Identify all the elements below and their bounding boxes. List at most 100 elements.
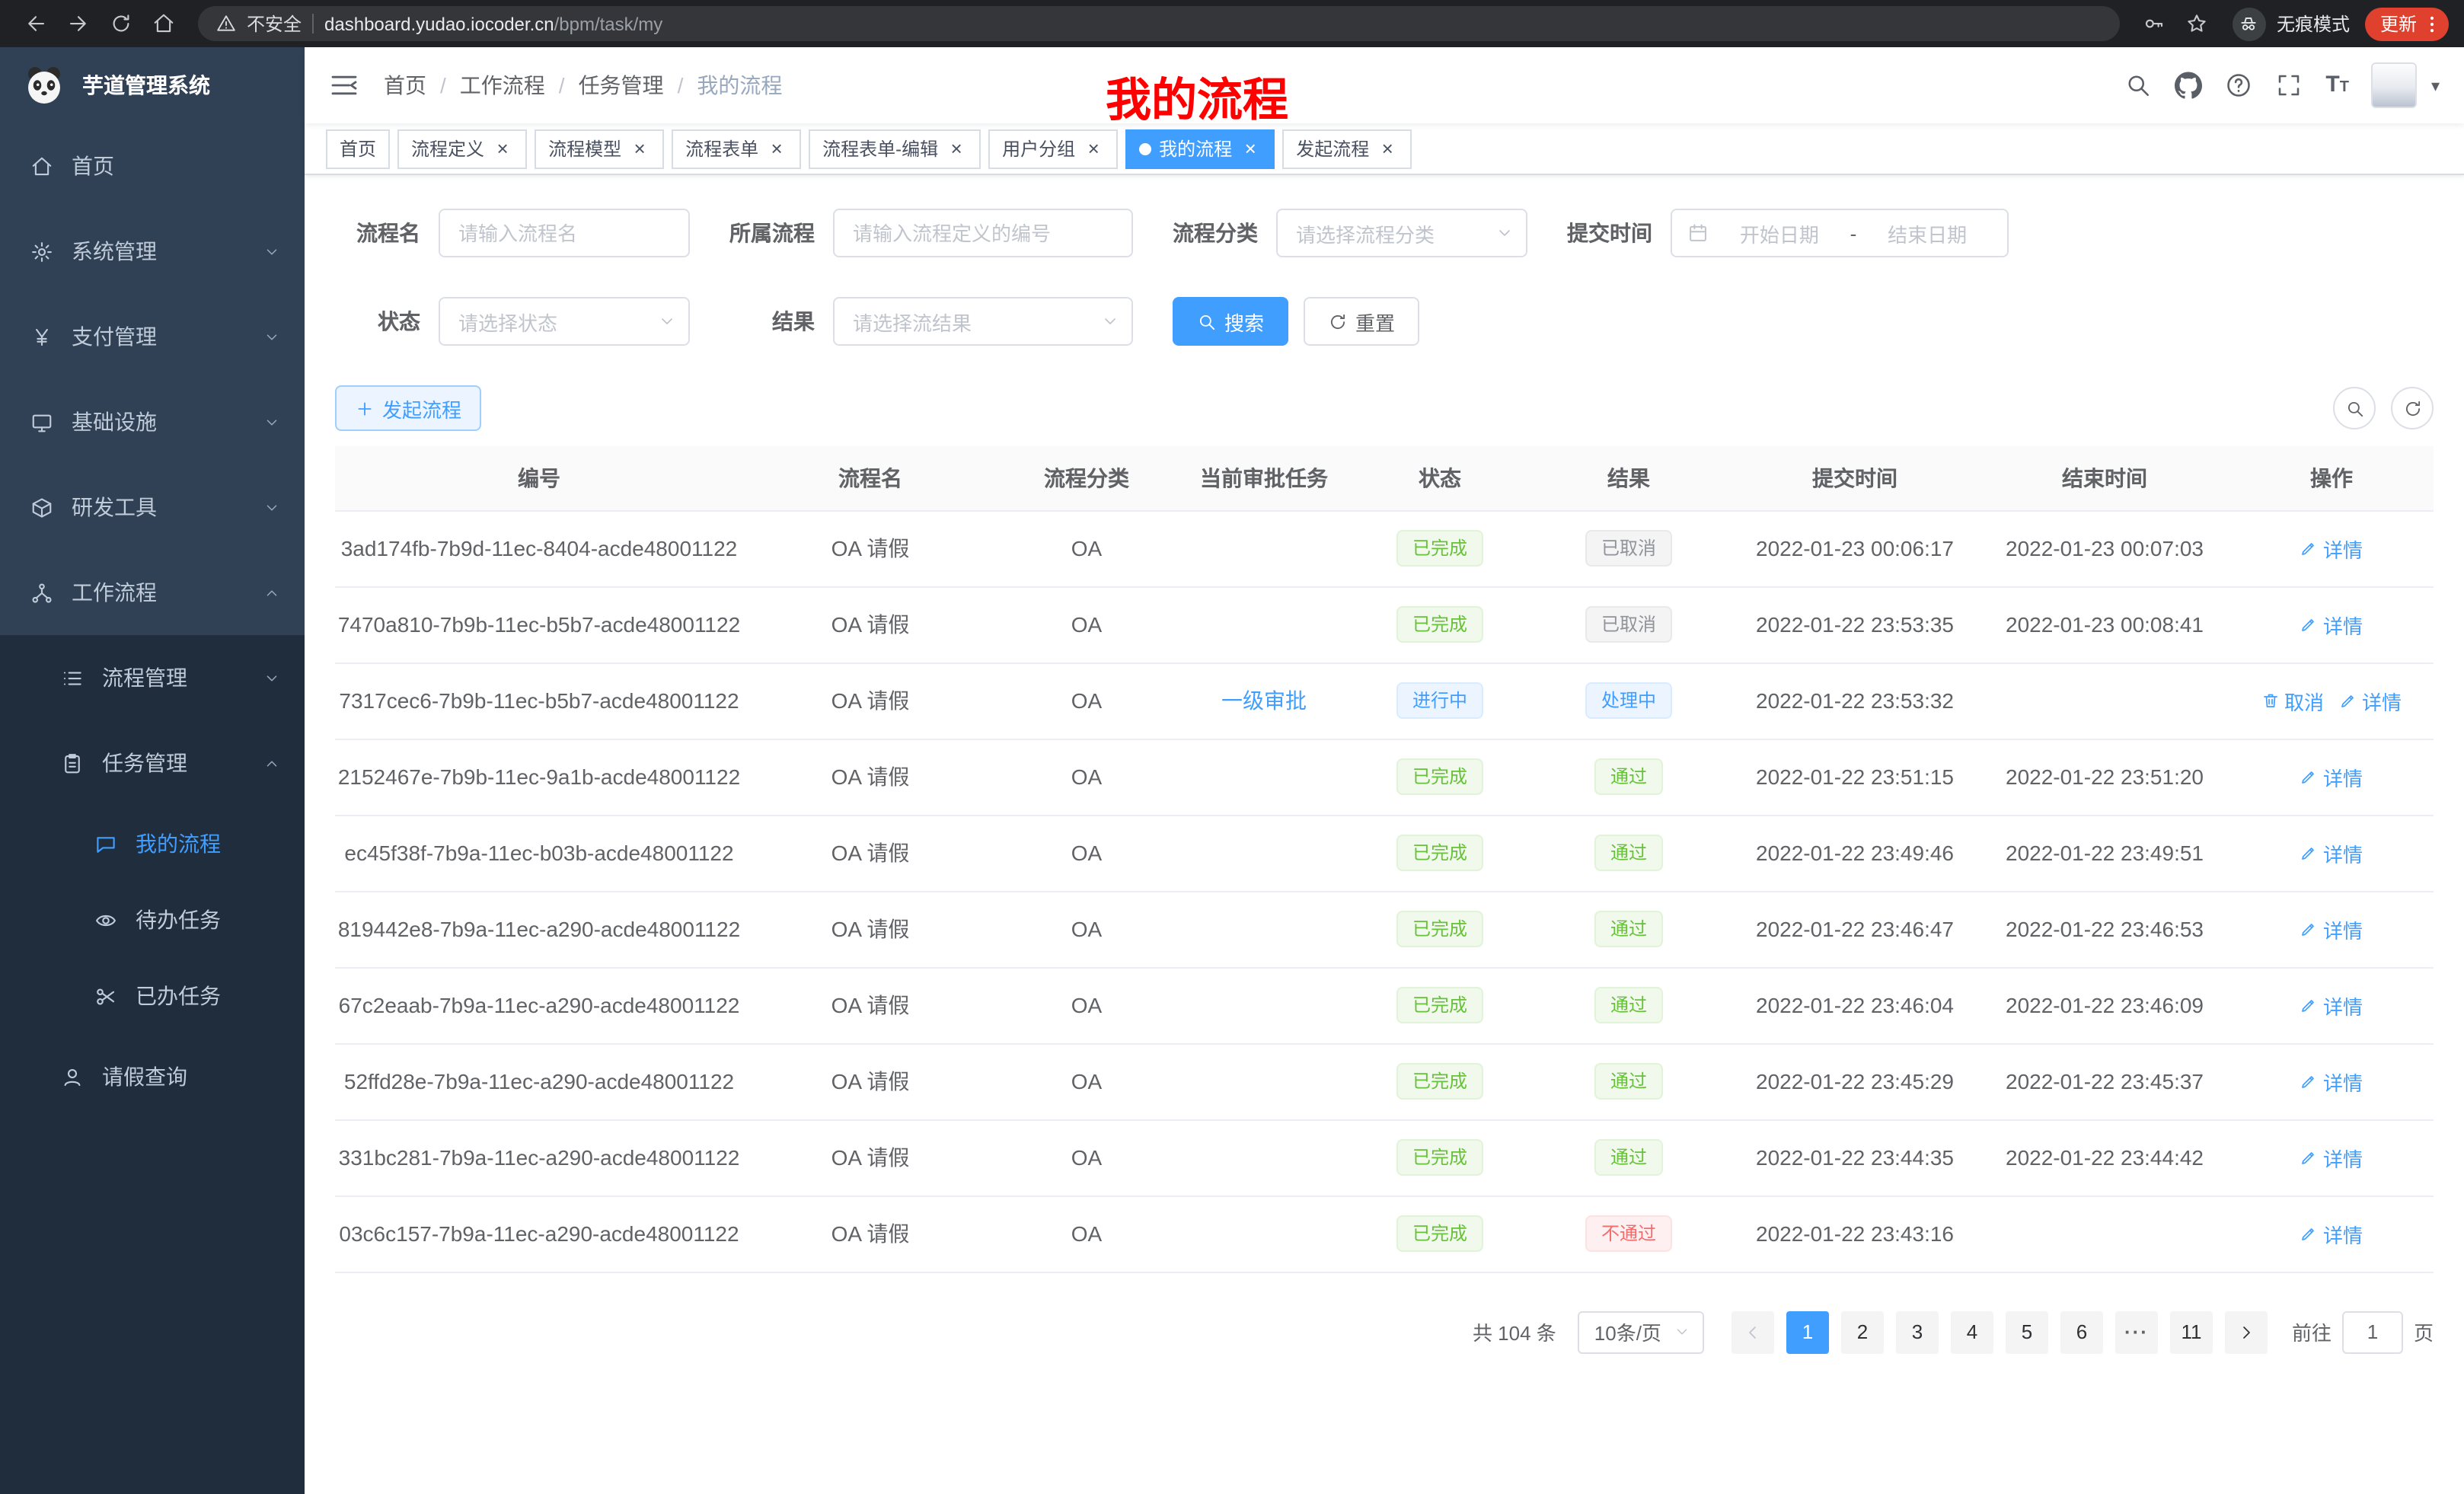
cell-actions: 详情: [2229, 510, 2434, 586]
goto-page-input[interactable]: [2342, 1310, 2403, 1353]
cell-id: 3ad174fb-7b9d-11ec-8404-acde48001122: [335, 510, 743, 586]
font-size-icon[interactable]: TT: [2325, 72, 2349, 99]
tab-process-model[interactable]: 流程模型×: [535, 129, 664, 168]
sidebar-item-system[interactable]: 系统管理: [0, 209, 305, 294]
tab-my-process[interactable]: 我的流程×: [1125, 129, 1275, 168]
create-process-button[interactable]: 发起流程: [335, 385, 481, 431]
detail-link[interactable]: 详情: [2300, 762, 2363, 791]
detail-link[interactable]: 详情: [2339, 686, 2402, 715]
detail-link[interactable]: 详情: [2300, 991, 2363, 1020]
sidebar-toggle-icon[interactable]: [329, 70, 359, 101]
more-pages-button[interactable]: ···: [2115, 1310, 2158, 1353]
browser-menu-icon[interactable]: [2421, 13, 2443, 34]
status-tag: 已完成: [1397, 987, 1483, 1023]
sidebar-item-leave-query[interactable]: 请假查询: [0, 1034, 305, 1119]
search-button[interactable]: 搜索: [1173, 297, 1288, 346]
browser-forward-icon[interactable]: [58, 4, 97, 43]
cell-actions: 取消详情: [2229, 662, 2434, 739]
detail-link[interactable]: 详情: [2300, 838, 2363, 867]
detail-link[interactable]: 详情: [2300, 915, 2363, 943]
page-button-3[interactable]: 3: [1896, 1310, 1939, 1353]
close-icon[interactable]: ×: [766, 138, 787, 159]
sidebar-item-done-task[interactable]: 已办任务: [0, 958, 305, 1034]
sidebar-item-devtools[interactable]: 研发工具: [0, 464, 305, 550]
prev-page-button[interactable]: [1732, 1310, 1774, 1353]
browser-update-button[interactable]: 更新: [2365, 7, 2449, 40]
start-date-placeholder[interactable]: 开始日期: [1715, 219, 1844, 247]
sidebar-item-home[interactable]: 首页: [0, 123, 305, 209]
search-icon: [1197, 311, 1217, 331]
end-date-placeholder[interactable]: 结束日期: [1862, 219, 1992, 247]
detail-link[interactable]: 详情: [2300, 1219, 2363, 1248]
search-icon[interactable]: [2124, 72, 2152, 99]
cell-id: 331bc281-7b9a-11ec-a290-acde48001122: [335, 1119, 743, 1196]
status-tag: 已完成: [1397, 911, 1483, 947]
page-button-4[interactable]: 4: [1951, 1310, 1993, 1353]
tab-process-definition[interactable]: 流程定义×: [397, 129, 527, 168]
process-category-select[interactable]: 请选择流程分类: [1276, 209, 1527, 257]
address-bar[interactable]: 不安全 dashboard.yudao.iocoder.cn/bpm/task/…: [198, 6, 2120, 41]
app-root: 不安全 dashboard.yudao.iocoder.cn/bpm/task/…: [0, 0, 2464, 1494]
browser-home-icon[interactable]: [143, 4, 183, 43]
close-icon[interactable]: ×: [629, 138, 650, 159]
detail-link[interactable]: 详情: [2300, 534, 2363, 563]
sidebar-item-task-mgmt[interactable]: 任务管理: [0, 720, 305, 806]
close-icon[interactable]: ×: [1377, 138, 1398, 159]
table-row: 2152467e-7b9b-11ec-9a1b-acde48001122OA 请…: [335, 739, 2434, 815]
sidebar-item-process-mgmt[interactable]: 流程管理: [0, 635, 305, 720]
tab-process-form-edit[interactable]: 流程表单-编辑×: [809, 129, 981, 168]
chevron-down-icon[interactable]: ▾: [2431, 75, 2440, 95]
refresh-table-button[interactable]: [2391, 387, 2434, 429]
current-task-link[interactable]: 一级审批: [1221, 688, 1307, 713]
not-secure-warning-icon: [216, 14, 236, 34]
close-icon[interactable]: ×: [1240, 138, 1261, 159]
page-size-select[interactable]: 10条/页: [1578, 1310, 1704, 1353]
page-button-1[interactable]: 1: [1786, 1310, 1829, 1353]
tags-view: 首页流程定义×流程模型×流程表单×流程表单-编辑×用户分组×我的流程×发起流程×: [305, 123, 2464, 175]
help-icon[interactable]: [2225, 72, 2252, 99]
next-page-button[interactable]: [2225, 1310, 2268, 1353]
close-icon[interactable]: ×: [1083, 138, 1104, 159]
tab-process-form[interactable]: 流程表单×: [672, 129, 801, 168]
tab-user-group[interactable]: 用户分组×: [988, 129, 1118, 168]
cell-submit-time: 2022-01-22 23:53:32: [1730, 662, 1980, 739]
avatar[interactable]: [2372, 62, 2418, 108]
table-row: 7470a810-7b9b-11ec-b5b7-acde48001122OA 请…: [335, 586, 2434, 662]
breadcrumb-separator: /: [440, 73, 446, 97]
page-button-6[interactable]: 6: [2060, 1310, 2103, 1353]
sidebar-item-workflow[interactable]: 工作流程: [0, 550, 305, 635]
password-key-icon[interactable]: [2135, 4, 2175, 43]
browser-reload-icon[interactable]: [101, 4, 140, 43]
toggle-search-button[interactable]: [2333, 387, 2376, 429]
breadcrumb-item[interactable]: 首页: [384, 70, 426, 101]
cell-end-time: 2022-01-22 23:46:09: [1980, 967, 2229, 1043]
pagination-total: 共 104 条: [1473, 1317, 1556, 1346]
detail-link[interactable]: 详情: [2300, 1067, 2363, 1096]
sidebar-item-my-process[interactable]: 我的流程: [0, 806, 305, 882]
sidebar-item-todo-task[interactable]: 待办任务: [0, 882, 305, 958]
github-icon[interactable]: [2175, 72, 2202, 99]
fullscreen-icon[interactable]: [2275, 72, 2303, 99]
result-select[interactable]: 请选择流结果: [833, 297, 1133, 346]
tab-start-process[interactable]: 发起流程×: [1282, 129, 1412, 168]
sidebar-item-payment[interactable]: 支付管理: [0, 294, 305, 379]
detail-link[interactable]: 详情: [2300, 610, 2363, 639]
close-icon[interactable]: ×: [492, 138, 513, 159]
reset-button[interactable]: 重置: [1304, 297, 1419, 346]
tab-home[interactable]: 首页: [326, 129, 390, 168]
process-name-input[interactable]: [439, 209, 690, 257]
sidebar-item-infrastructure[interactable]: 基础设施: [0, 379, 305, 464]
browser-back-icon[interactable]: [15, 4, 55, 43]
bookmark-star-icon[interactable]: [2178, 4, 2217, 43]
status-select[interactable]: 请选择状态: [439, 297, 690, 346]
close-icon[interactable]: ×: [946, 138, 967, 159]
breadcrumb-item[interactable]: 工作流程: [460, 70, 545, 101]
cancel-link[interactable]: 取消: [2261, 686, 2324, 715]
process-definition-input[interactable]: [833, 209, 1133, 257]
submit-time-range-picker[interactable]: 开始日期 - 结束日期: [1671, 209, 2009, 257]
page-button-11[interactable]: 11: [2170, 1310, 2213, 1353]
page-button-2[interactable]: 2: [1841, 1310, 1884, 1353]
page-button-5[interactable]: 5: [2006, 1310, 2048, 1353]
detail-link[interactable]: 详情: [2300, 1143, 2363, 1172]
breadcrumb-item[interactable]: 任务管理: [579, 70, 664, 101]
